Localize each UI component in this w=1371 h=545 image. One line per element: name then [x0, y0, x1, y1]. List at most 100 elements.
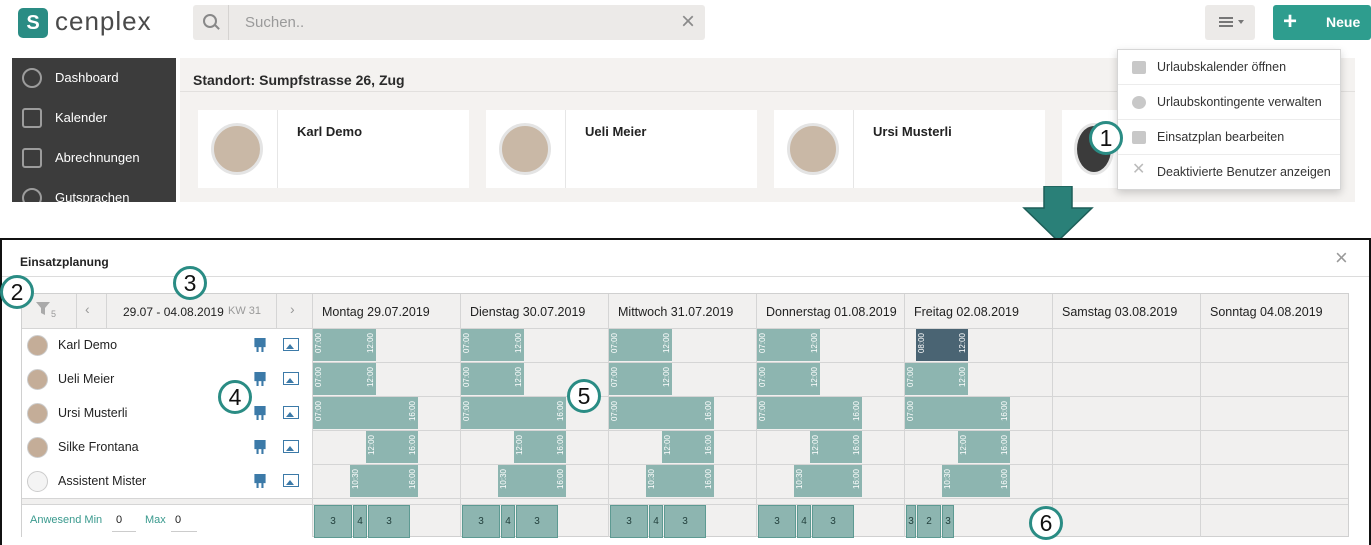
employee-row: Ueli Meier [21, 362, 313, 396]
dollar-icon [22, 188, 42, 202]
search-icon[interactable] [193, 5, 229, 40]
easel-icon [1132, 131, 1146, 144]
shift-block[interactable]: 10:30 16:00 [349, 465, 418, 497]
employee-name: Karl Demo [58, 338, 118, 352]
shift-block[interactable]: 10:30 16:00 [645, 465, 714, 497]
shift-block[interactable]: 12:00 16:00 [661, 431, 714, 463]
shift-start: 12:00 [514, 435, 524, 456]
clear-search-icon[interactable]: × [681, 8, 695, 36]
shift-start: 07:00 [314, 367, 323, 388]
shift-block[interactable]: 07:00 16:00 [757, 397, 862, 429]
attendance-count: 4 [353, 505, 367, 538]
employee-card[interactable]: Ursi Musterli [774, 110, 1045, 188]
image-icon[interactable] [283, 372, 299, 385]
easel-icon[interactable] [254, 406, 266, 420]
shift-start: 08:00 [916, 333, 926, 354]
attendance-count: 3 [758, 505, 796, 538]
image-icon[interactable] [283, 474, 299, 487]
step-badge: 3 [173, 266, 207, 300]
location-title: Standort: Sumpfstrasse 26, Zug [193, 72, 405, 88]
shift-block[interactable]: 10:30 16:00 [793, 465, 862, 497]
shift-block[interactable]: 07:00 12:00 [757, 363, 820, 395]
menu-item-vacation-quotas[interactable]: Urlaubskontingente verwalten [1118, 85, 1340, 120]
shift-block[interactable]: 07:00 12:00 [313, 363, 376, 395]
shift-block[interactable]: 07:00 16:00 [461, 397, 566, 429]
attendance-count: 4 [649, 505, 663, 538]
shift-end: 16:00 [556, 401, 565, 422]
shift-start: 07:00 [758, 333, 767, 354]
image-icon[interactable] [283, 338, 299, 351]
shift-end: 16:00 [851, 469, 861, 490]
menu-item-label: Urlaubskalender öffnen [1157, 60, 1287, 74]
easel-icon[interactable] [254, 440, 266, 454]
search-bar[interactable]: Suchen.. × [193, 5, 705, 40]
shift-end: 16:00 [1000, 401, 1009, 422]
sidebar-item-label: Dashboard [55, 70, 119, 85]
grid-line [276, 294, 277, 328]
chevron-down-icon [1238, 20, 1244, 24]
menu-item-vacation-calendar[interactable]: Urlaubskalender öffnen [1118, 50, 1340, 85]
next-week-button[interactable]: › [290, 301, 295, 317]
day-header: Donnerstag 01.08.2019 [766, 305, 897, 319]
image-icon[interactable] [283, 406, 299, 419]
employee-row: Silke Frontana [21, 430, 313, 464]
shift-block[interactable]: 07:00 12:00 [313, 329, 376, 361]
shift-block[interactable]: 07:00 16:00 [905, 397, 1010, 429]
shift-block[interactable]: 12:00 16:00 [809, 431, 862, 463]
new-button-label: Neue [1326, 14, 1361, 30]
shift-block[interactable]: 12:00 16:00 [365, 431, 418, 463]
employee-name: Ursi Musterli [873, 124, 952, 139]
present-min-input[interactable]: 0 [112, 510, 136, 532]
day-header: Sonntag 04.08.2019 [1210, 305, 1323, 319]
shift-end: 16:00 [703, 435, 713, 456]
shift-block[interactable]: 10:30 16:00 [941, 465, 1010, 497]
image-icon[interactable] [283, 440, 299, 453]
app-logo[interactable]: S cenplex [18, 6, 178, 40]
calculator-icon [22, 148, 42, 168]
filter-icon[interactable] [36, 302, 50, 316]
shift-block[interactable]: 07:00 16:00 [313, 397, 418, 429]
shift-block[interactable]: 10:30 16:00 [497, 465, 566, 497]
shift-block[interactable]: 07:00 12:00 [609, 363, 672, 395]
shift-block[interactable]: 07:00 12:00 [757, 329, 820, 361]
shift-start: 10:30 [350, 469, 360, 490]
employee-card[interactable]: Ueli Meier [486, 110, 757, 188]
employee-card[interactable]: Karl Demo [198, 110, 469, 188]
shift-block[interactable]: 07:00 12:00 [609, 329, 672, 361]
search-input[interactable]: Suchen.. [245, 14, 304, 31]
shift-block[interactable]: 12:00 16:00 [957, 431, 1010, 463]
shift-end: 12:00 [957, 367, 967, 388]
easel-icon[interactable] [254, 474, 266, 488]
easel-icon[interactable] [254, 338, 266, 352]
employee-row: Assistent Mister [21, 464, 313, 498]
sidebar-item-dashboard[interactable]: Dashboard [12, 58, 176, 98]
close-icon: ✕ [1132, 161, 1146, 178]
avatar [27, 437, 48, 458]
shift-block[interactable]: 07:00 12:00 [461, 363, 524, 395]
prev-week-button[interactable]: ‹ [85, 301, 90, 317]
shift-block[interactable]: 12:00 16:00 [513, 431, 566, 463]
max-input[interactable]: 0 [171, 510, 197, 532]
menu-item-label: Deaktivierte Benutzer anzeigen [1157, 165, 1331, 179]
sidebar-item-abrechnungen[interactable]: Abrechnungen [12, 138, 176, 178]
attendance-count: 3 [462, 505, 500, 538]
sidebar-item-gutsprachen[interactable]: Gutsprachen [12, 178, 176, 202]
easel-icon[interactable] [254, 372, 266, 386]
menu-item-deactivated-users[interactable]: ✕ Deaktivierte Benutzer anzeigen [1118, 155, 1340, 190]
shift-block[interactable]: 08:00 12:00 [915, 329, 968, 361]
shift-start: 12:00 [958, 435, 968, 456]
employee-name: Ueli Meier [58, 372, 115, 386]
shift-start: 07:00 [906, 367, 915, 388]
shift-block[interactable]: 07:00 12:00 [461, 329, 524, 361]
new-button[interactable]: + Neue [1273, 5, 1371, 40]
shift-start: 07:00 [610, 333, 619, 354]
menu-item-edit-schedule[interactable]: Einsatzplan bearbeiten [1118, 120, 1340, 155]
close-icon[interactable]: × [1335, 245, 1348, 271]
menu-button[interactable] [1205, 5, 1255, 40]
dashboard-icon [22, 68, 42, 88]
shift-block[interactable]: 07:00 16:00 [609, 397, 714, 429]
menu-item-label: Urlaubskontingente verwalten [1157, 95, 1322, 109]
sidebar-item-kalender[interactable]: Kalender [12, 98, 176, 138]
shift-block[interactable]: 07:00 12:00 [905, 363, 968, 395]
avatar [787, 123, 839, 175]
